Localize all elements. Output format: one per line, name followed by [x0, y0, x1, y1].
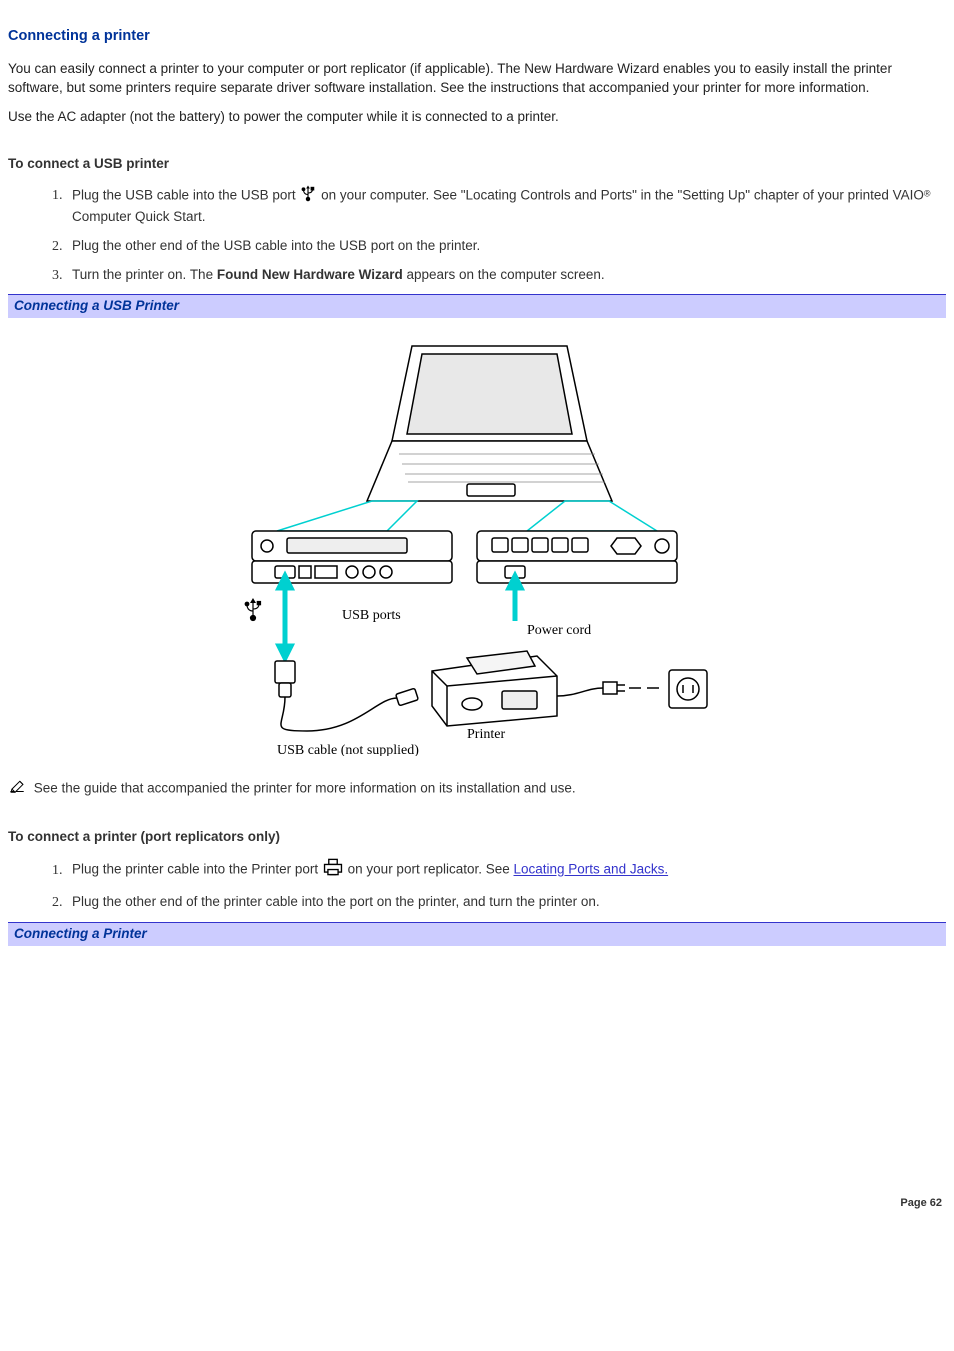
step-1-text-b: on your computer. See "Locating Controls… — [321, 187, 924, 202]
pr-step-2: Plug the other end of the printer cable … — [66, 893, 946, 912]
usb-steps-list: Plug the USB cable into the USB port on … — [8, 184, 946, 285]
right-port-bar — [477, 531, 677, 583]
note-line: See the guide that accompanied the print… — [8, 778, 946, 800]
usb-trident-icon — [299, 184, 317, 208]
pr-step-1-text-a: Plug the printer cable into the Printer … — [72, 862, 322, 877]
figure-caption-printer: Connecting a Printer — [8, 922, 946, 946]
pr-step-1-text-b: on your port replicator. See — [348, 862, 514, 877]
power-cord-illustration — [557, 670, 707, 708]
label-power-cord: Power cord — [527, 623, 591, 638]
intro-paragraph-1: You can easily connect a printer to your… — [8, 60, 946, 98]
label-usb-ports: USB ports — [342, 608, 401, 623]
usb-glyph-small — [245, 598, 260, 621]
registered-mark: ® — [924, 188, 931, 198]
locating-ports-link[interactable]: Locating Ports and Jacks. — [514, 862, 669, 877]
step-3-text-a: Turn the printer on. The — [72, 267, 217, 282]
subhead-port-replicator: To connect a printer (port replicators o… — [8, 828, 946, 847]
label-usb-cable: USB cable (not supplied) — [277, 743, 419, 756]
step-3-bold: Found New Hardware Wizard — [217, 267, 403, 282]
label-printer: Printer — [467, 727, 505, 742]
port-replicator-steps-list: Plug the printer cable into the Printer … — [8, 857, 946, 912]
subhead-usb-printer: To connect a USB printer — [8, 155, 946, 174]
step-2: Plug the other end of the USB cable into… — [66, 237, 946, 256]
intro-paragraph-2: Use the AC adapter (not the battery) to … — [8, 108, 946, 127]
step-1-text-a: Plug the USB cable into the USB port — [72, 187, 299, 202]
callout-lines — [277, 501, 657, 531]
step-1: Plug the USB cable into the USB port on … — [66, 184, 946, 227]
usb-cable-illustration — [275, 661, 418, 731]
figure-caption-usb: Connecting a USB Printer — [8, 294, 946, 318]
figure-usb-printer: USB ports Power cord Printer USB cable (… — [8, 326, 946, 756]
step-3-text-b: appears on the computer screen. — [403, 267, 605, 282]
printer-port-icon — [322, 857, 344, 883]
section-heading: Connecting a printer — [8, 26, 946, 46]
page-number: Page 62 — [8, 1196, 942, 1211]
laptop-illustration — [367, 346, 612, 501]
pr-step-1: Plug the printer cable into the Printer … — [66, 857, 946, 883]
step-3: Turn the printer on. The Found New Hardw… — [66, 266, 946, 285]
step-1-text-c: Computer Quick Start. — [72, 209, 206, 224]
note-text: See the guide that accompanied the print… — [34, 781, 576, 796]
note-pencil-icon — [8, 778, 30, 800]
printer-illustration — [432, 651, 557, 726]
left-port-bar — [252, 531, 452, 583]
